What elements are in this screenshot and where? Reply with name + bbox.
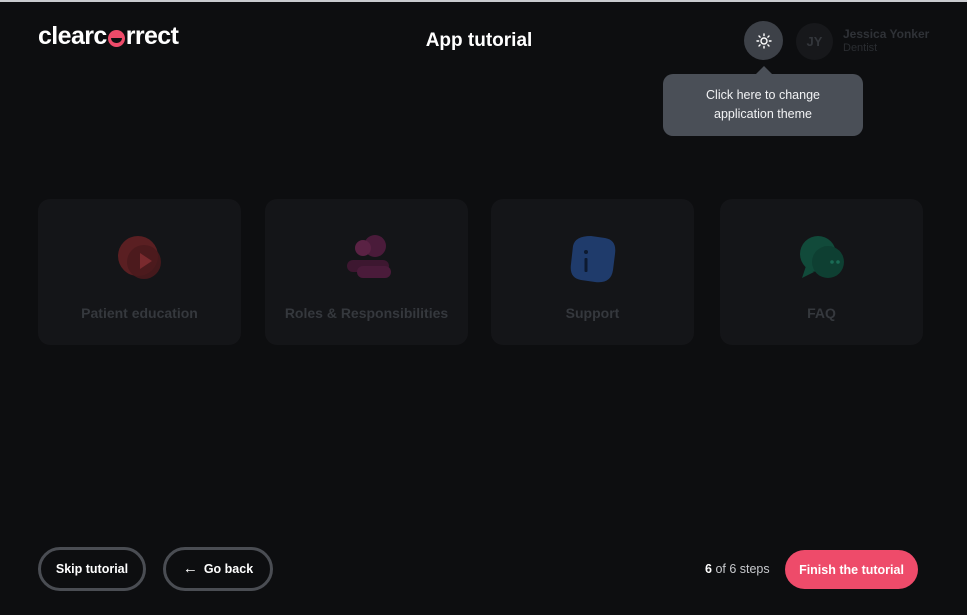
- tooltip-text: Click here to change application theme: [706, 88, 820, 121]
- user-avatar[interactable]: JY: [796, 23, 833, 60]
- card-label: Support: [565, 305, 620, 321]
- sun-icon: [755, 32, 772, 49]
- step-total: of 6 steps: [715, 562, 770, 576]
- card-patient-education[interactable]: Patient education: [38, 199, 241, 345]
- user-name: Jessica Yonker: [843, 27, 930, 41]
- current-step: 6: [705, 562, 712, 576]
- skip-tutorial-button[interactable]: Skip tutorial: [38, 547, 146, 591]
- go-back-button[interactable]: ← Go back: [163, 547, 273, 591]
- chat-bubbles-icon: [799, 236, 844, 278]
- tutorial-cards: Patient education Roles & Responsibiliti…: [38, 199, 923, 345]
- card-label: Roles & Responsibilities: [284, 305, 449, 321]
- theme-tooltip: Click here to change application theme: [663, 66, 863, 136]
- card-support[interactable]: Support: [491, 199, 694, 345]
- go-back-label: Go back: [203, 562, 254, 576]
- info-icon: [570, 236, 615, 283]
- card-label: FAQ: [807, 305, 836, 321]
- arrow-left-icon: ←: [182, 559, 198, 577]
- card-roles-responsibilities[interactable]: Roles & Responsibilities: [265, 199, 468, 345]
- video-play-icon: [117, 236, 161, 279]
- theme-toggle-button[interactable]: [744, 21, 783, 60]
- finish-tutorial-button[interactable]: Finish the tutorial: [785, 550, 918, 589]
- card-faq[interactable]: FAQ: [720, 199, 923, 345]
- step-counter: 6 of 6 steps: [705, 562, 770, 576]
- card-label: Patient education: [81, 305, 198, 321]
- user-role: Dentist: [843, 42, 878, 54]
- users-icon: [346, 235, 391, 278]
